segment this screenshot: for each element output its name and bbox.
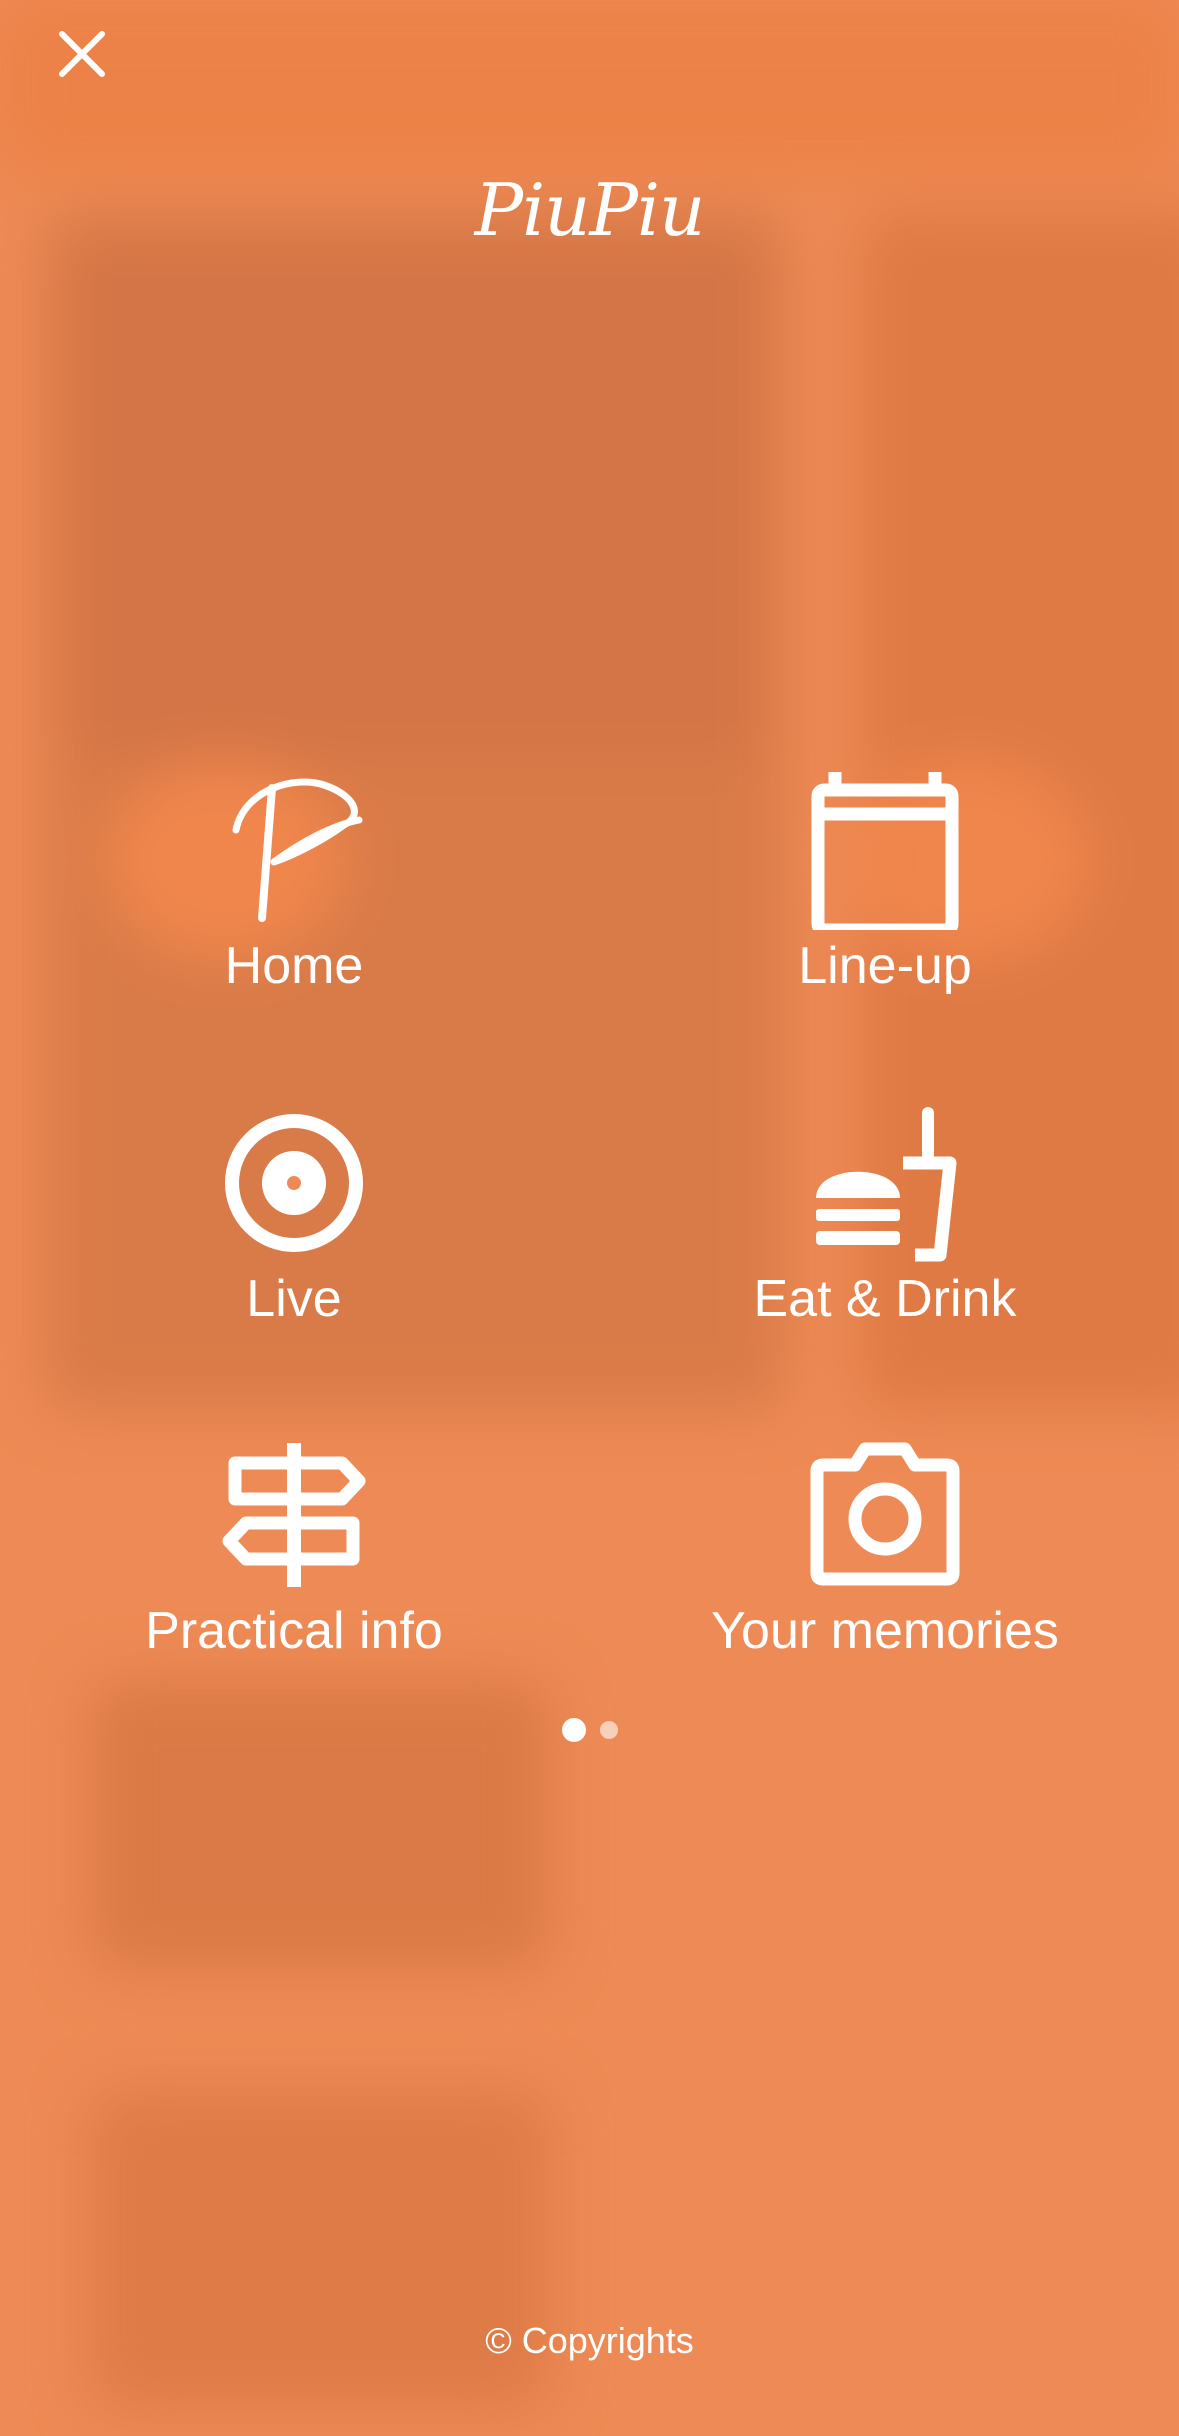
menu-item-label: Practical info <box>145 1602 443 1660</box>
background-header <box>0 0 1179 170</box>
page-dot-1[interactable] <box>561 1718 586 1742</box>
live-target-icon <box>225 1114 363 1252</box>
signpost-icon <box>222 1443 366 1587</box>
page-dot-2[interactable] <box>599 1721 618 1739</box>
menu-item-your-memories[interactable]: Your memories <box>645 1435 1125 1661</box>
calendar-icon <box>811 772 959 930</box>
menu-item-label: Line-up <box>798 937 972 995</box>
menu-item-line-up[interactable]: Line-up <box>645 770 1125 996</box>
menu-item-home[interactable]: Home <box>54 770 534 996</box>
copyright-footer[interactable]: © Copyrights <box>0 2320 1179 2362</box>
close-button[interactable] <box>52 24 112 84</box>
menu-item-label: Your memories <box>711 1602 1059 1660</box>
app-logo: PiuPiu <box>474 168 706 252</box>
menu-item-live[interactable]: Live <box>54 1103 534 1329</box>
menu-item-label: Live <box>246 1270 342 1328</box>
menu-item-eat-drink[interactable]: Eat & Drink <box>645 1103 1125 1329</box>
background-card-image <box>70 240 760 760</box>
camera-icon <box>810 1442 960 1586</box>
burger-drink-icon <box>816 1107 957 1262</box>
close-icon <box>59 31 105 77</box>
background-thumbnail-2 <box>90 2090 550 2410</box>
page-indicator <box>0 1718 1179 1742</box>
piupiu-p-icon <box>232 778 363 922</box>
menu-item-label: Home <box>224 937 364 995</box>
menu-item-practical-info[interactable]: Practical info <box>54 1435 534 1661</box>
menu-item-label: Eat & Drink <box>753 1270 1017 1328</box>
menu-screen: PiuPiu Home Line-up Live Eat & Drink Pra… <box>0 0 1179 2436</box>
